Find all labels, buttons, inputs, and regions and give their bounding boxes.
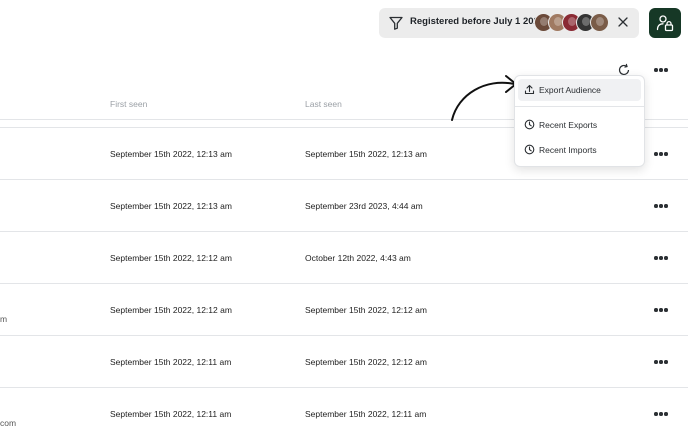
row-more-button[interactable] bbox=[653, 409, 669, 419]
dot bbox=[659, 308, 663, 312]
first-seen-cell: September 15th 2022, 12:13 am bbox=[110, 201, 232, 211]
dot bbox=[664, 360, 668, 364]
dot bbox=[654, 360, 658, 364]
dot bbox=[659, 204, 663, 208]
menu-item-label: Export Audience bbox=[539, 85, 601, 95]
truncated-email-fragment: com bbox=[0, 418, 17, 428]
last-seen-cell: October 12th 2022, 4:43 am bbox=[305, 253, 411, 263]
dot bbox=[654, 412, 658, 416]
first-seen-cell: September 15th 2022, 12:12 am bbox=[110, 253, 232, 263]
export-menu: Export Audience Recent Exports Recent Im… bbox=[514, 75, 645, 167]
truncated-email-fragment: m bbox=[0, 314, 8, 324]
dot bbox=[659, 68, 663, 72]
dot bbox=[654, 152, 658, 156]
avatar bbox=[590, 13, 609, 32]
clock-icon bbox=[524, 144, 535, 155]
dot bbox=[664, 308, 668, 312]
dot bbox=[654, 204, 658, 208]
row-more-button[interactable] bbox=[653, 149, 669, 159]
dot bbox=[659, 152, 663, 156]
close-icon[interactable] bbox=[617, 15, 629, 29]
menu-item-recent-exports[interactable]: Recent Exports bbox=[518, 114, 641, 136]
menu-item-export-audience[interactable]: Export Audience bbox=[518, 79, 641, 101]
funnel-icon bbox=[389, 16, 403, 30]
dot bbox=[664, 256, 668, 260]
dot bbox=[654, 308, 658, 312]
row-divider bbox=[0, 387, 688, 388]
profile-button[interactable] bbox=[649, 8, 681, 38]
row-more-button[interactable] bbox=[653, 305, 669, 315]
last-seen-cell: September 23rd 2023, 4:44 am bbox=[305, 201, 423, 211]
last-seen-cell: September 15th 2022, 12:12 am bbox=[305, 305, 427, 315]
avatar-group bbox=[534, 13, 609, 32]
row-divider bbox=[0, 231, 688, 232]
dot bbox=[654, 68, 658, 72]
column-header-last-seen[interactable]: Last seen bbox=[305, 99, 342, 109]
dot bbox=[664, 204, 668, 208]
table-more-button[interactable] bbox=[653, 65, 669, 75]
last-seen-cell: September 15th 2022, 12:11 am bbox=[305, 409, 427, 419]
first-seen-cell: September 15th 2022, 12:13 am bbox=[110, 149, 232, 159]
menu-item-label: Recent Exports bbox=[539, 120, 598, 130]
user-lock-icon bbox=[656, 15, 674, 32]
column-header-first-seen[interactable]: First seen bbox=[110, 99, 147, 109]
menu-item-recent-imports[interactable]: Recent Imports bbox=[518, 139, 641, 161]
row-divider bbox=[0, 335, 688, 336]
first-seen-cell: September 15th 2022, 12:11 am bbox=[110, 357, 232, 367]
row-more-button[interactable] bbox=[653, 201, 669, 211]
dot bbox=[659, 412, 663, 416]
row-divider bbox=[0, 283, 688, 284]
filter-chip-label: Registered before July 1 2024 bbox=[410, 16, 545, 27]
last-seen-cell: September 15th 2022, 12:13 am bbox=[305, 149, 427, 159]
dot bbox=[654, 256, 658, 260]
dot bbox=[659, 256, 663, 260]
first-seen-cell: September 15th 2022, 12:11 am bbox=[110, 409, 232, 419]
dot bbox=[664, 68, 668, 72]
row-more-button[interactable] bbox=[653, 253, 669, 263]
dot bbox=[664, 152, 668, 156]
upload-icon bbox=[524, 84, 535, 95]
row-more-button[interactable] bbox=[653, 357, 669, 367]
menu-divider bbox=[515, 106, 644, 107]
first-seen-cell: September 15th 2022, 12:12 am bbox=[110, 305, 232, 315]
menu-item-label: Recent Imports bbox=[539, 145, 597, 155]
clock-icon bbox=[524, 119, 535, 130]
dot bbox=[659, 360, 663, 364]
row-divider bbox=[0, 179, 688, 180]
last-seen-cell: September 15th 2022, 12:12 am bbox=[305, 357, 427, 367]
dot bbox=[664, 412, 668, 416]
